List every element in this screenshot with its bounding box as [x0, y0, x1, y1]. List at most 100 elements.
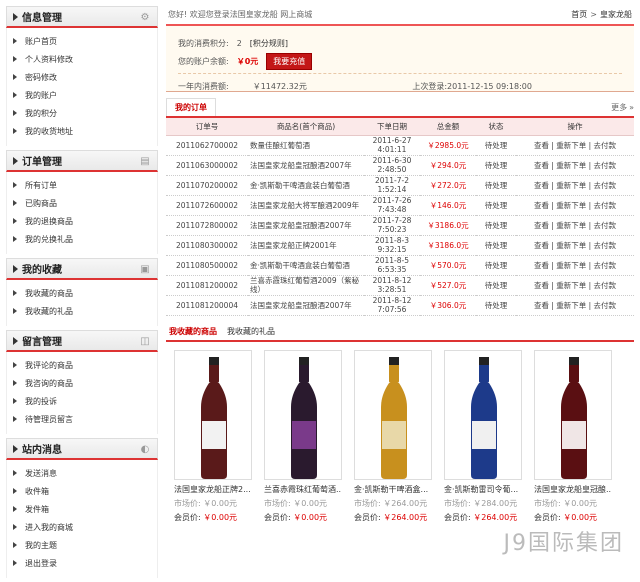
order-status: 待处理 — [476, 255, 516, 276]
order-actions-links[interactable]: 查看 | 重新下单 | 去付款 — [516, 295, 634, 316]
sidebar-section-header[interactable]: 我的收藏 ▣ — [6, 258, 158, 280]
product-name-link[interactable]: 法国皇家龙船皇冠酿酒2007年 — [248, 155, 364, 176]
order-id: 2011070200002 — [166, 175, 248, 196]
sidebar-item-label: 我的主题 — [25, 540, 57, 550]
sidebar-item[interactable]: 我收藏的商品 — [7, 284, 157, 302]
sidebar-item[interactable]: 我收藏的礼品 — [7, 302, 157, 320]
product-image[interactable] — [444, 349, 522, 480]
tab-favorite-products[interactable]: 我收藏的商品 — [166, 322, 220, 340]
column-header: 总金额 — [420, 118, 476, 136]
order-actions-links[interactable]: 查看 | 重新下单 | 去付款 — [516, 175, 634, 196]
product-image[interactable] — [534, 349, 612, 480]
sidebar-item[interactable]: 所有订单 — [7, 176, 157, 194]
sidebar-item[interactable]: 退出登录 — [7, 554, 157, 572]
sidebar-item[interactable]: 收件箱 — [7, 482, 157, 500]
order-actions-links[interactable]: 查看 | 重新下单 | 去付款 — [516, 275, 634, 296]
product-name-link[interactable]: 数量佳酿红葡萄酒 — [248, 135, 364, 156]
product-name-link[interactable]: 法国皇家龙船正牌2... — [174, 484, 252, 495]
product-image[interactable] — [174, 349, 252, 480]
sidebar-item[interactable]: 我的兑换礼品 — [7, 230, 157, 248]
sidebar-item-label: 我的投诉 — [25, 396, 57, 406]
product-name-link[interactable]: 金·凯斯勒雷司令葡... — [444, 484, 522, 495]
member-price-row: 会员价: ￥0.00元 — [534, 512, 612, 523]
sidebar-item-label: 我的积分 — [25, 108, 57, 118]
sidebar-section-body: 我评论的商品我咨询的商品我的投诉待管理员留言 — [6, 352, 158, 434]
more-arrows-icon: » — [629, 103, 634, 112]
bullet-icon — [13, 92, 17, 98]
product-name-link[interactable]: 金·凯斯勒干啤酒盒装白葡萄酒 — [248, 255, 364, 276]
order-actions-links[interactable]: 查看 | 重新下单 | 去付款 — [516, 215, 634, 236]
sidebar-item[interactable]: 我的退换商品 — [7, 212, 157, 230]
order-total: ￥2985.0元 — [420, 135, 476, 156]
tab-favorite-gifts[interactable]: 我收藏的礼品 — [224, 323, 278, 340]
order-actions-links[interactable]: 查看 | 重新下单 | 去付款 — [516, 235, 634, 256]
year-spend-value: ￥11472.32元 — [252, 81, 307, 91]
bullet-icon — [13, 542, 17, 548]
product-name-link[interactable]: 金·凯斯勒干啤酒盒... — [354, 484, 432, 495]
product-card: 法国皇家龙船正牌2... 市场价: ￥0.00元 会员价: ￥0.00元 — [174, 349, 252, 523]
sidebar-item[interactable]: 我的账户 — [7, 86, 157, 104]
bullet-icon — [13, 128, 17, 134]
product-name-link[interactable]: 兰喜赤霞珠红葡萄酒... — [264, 484, 342, 495]
product-name-link[interactable]: 兰喜赤霞珠红葡萄酒2009（紫秘线） — [248, 275, 364, 296]
section-arrow-icon — [13, 156, 18, 165]
bullet-icon — [13, 218, 17, 224]
orders-table: 订单号 商品名(首个商品) 下单日期 总金额 状态 操作 2011062700002 数量… — [166, 118, 634, 316]
more-orders-link[interactable]: 更多 » — [611, 102, 634, 116]
member-price: ￥0.00元 — [293, 512, 328, 522]
sidebar-item[interactable]: 我咨询的商品 — [7, 374, 157, 392]
breadcrumb-home[interactable]: 首页 — [571, 9, 587, 20]
sidebar-section-header[interactable]: 留言管理 ◫ — [6, 330, 158, 352]
product-name-link[interactable]: 法国皇家龙船皇冠酿酒2007年 — [248, 215, 364, 236]
order-actions-links[interactable]: 查看 | 重新下单 | 去付款 — [516, 195, 634, 216]
sidebar-item[interactable]: 个人资料修改 — [7, 50, 157, 68]
order-total: ￥570.0元 — [420, 255, 476, 276]
sidebar-item[interactable]: 已购商品 — [7, 194, 157, 212]
member-price: ￥0.00元 — [203, 512, 238, 522]
order-status: 待处理 — [476, 215, 516, 236]
order-actions-links[interactable]: 查看 | 重新下单 | 去付款 — [516, 155, 634, 176]
order-id: 2011062700002 — [166, 135, 248, 156]
sidebar-item-label: 我评论的商品 — [25, 360, 73, 370]
sidebar-section-header[interactable]: 信息管理 ⚙ — [6, 6, 158, 28]
main-content: 您好! 欢迎您登录法国皇家龙船 网上商城 首页 > 皇家龙船 我的消费积分: 2… — [166, 6, 634, 523]
table-row: 2011063000002 法国皇家龙船皇冠酿酒2007年 2011-6-30 … — [166, 155, 634, 176]
product-image[interactable] — [354, 349, 432, 480]
product-name-link[interactable]: 法国皇家龙船皇冠酿... — [534, 484, 612, 495]
sidebar-item[interactable]: 我的主题 — [7, 536, 157, 554]
sidebar-item[interactable]: 密码修改 — [7, 68, 157, 86]
sidebar-item[interactable]: 待管理员留言 — [7, 410, 157, 428]
sidebar-section-header[interactable]: 订单管理 ▤ — [6, 150, 158, 172]
column-header: 订单号 — [166, 118, 248, 136]
sidebar-section-header[interactable]: 站内消息 ◐ — [6, 438, 158, 460]
product-name-link[interactable]: 法国皇家龙船正牌2001年 — [248, 235, 364, 256]
points-rule-link[interactable]: [积分规则] — [250, 38, 288, 49]
order-status: 待处理 — [476, 175, 516, 196]
tab-my-orders[interactable]: 我的订单 — [166, 98, 216, 116]
product-image[interactable] — [264, 349, 342, 480]
member-price: ￥264.00元 — [383, 512, 428, 522]
recharge-button[interactable]: 我要充值 — [266, 52, 313, 70]
product-name-link[interactable]: 法国皇家龙船大将军酿酒2009年 — [248, 195, 364, 216]
sidebar-item-label: 密码修改 — [25, 72, 57, 82]
breadcrumb-current[interactable]: 皇家龙船 — [600, 9, 632, 20]
sidebar-item[interactable]: 发送消息 — [7, 464, 157, 482]
sidebar-item[interactable]: 账户首页 — [7, 32, 157, 50]
order-actions-links[interactable]: 查看 | 重新下单 | 去付款 — [516, 255, 634, 276]
balance-value: ￥0元 — [236, 56, 259, 66]
bullet-icon — [13, 56, 17, 62]
member-price-label: 会员价: — [444, 512, 471, 522]
sidebar-item[interactable]: 我的积分 — [7, 104, 157, 122]
sidebar-item[interactable]: 我评论的商品 — [7, 356, 157, 374]
sidebar-item[interactable]: 发件箱 — [7, 500, 157, 518]
order-actions-links[interactable]: 查看 | 重新下单 | 去付款 — [516, 135, 634, 156]
sidebar-item[interactable]: 我的收货地址 — [7, 122, 157, 140]
order-total: ￥272.0元 — [420, 175, 476, 196]
section-arrow-icon — [13, 444, 18, 453]
product-name-link[interactable]: 金·凯斯勒干啤酒盒装白葡萄酒 — [248, 175, 364, 196]
download-icon: ▤ — [140, 156, 150, 167]
product-name-link[interactable]: 法国皇家龙船皇冠酿酒2007年 — [248, 295, 364, 316]
sidebar-item[interactable]: 我的投诉 — [7, 392, 157, 410]
sidebar-item-label: 我的账户 — [25, 90, 57, 100]
sidebar-item[interactable]: 进入我的商城 — [7, 518, 157, 536]
